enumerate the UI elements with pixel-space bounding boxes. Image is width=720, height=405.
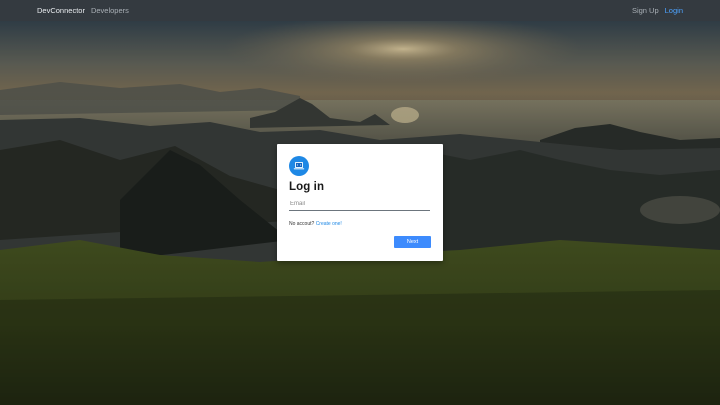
top-navbar: DevConnector Developers Sign Up Login <box>0 0 720 21</box>
developers-link[interactable]: Developers <box>91 6 129 15</box>
login-title: Log in <box>289 181 325 193</box>
email-input[interactable] <box>289 198 430 211</box>
login-link[interactable]: Login <box>665 6 683 15</box>
no-account-text: No accout? <box>289 221 315 227</box>
create-account-link[interactable]: Create one! <box>316 221 342 227</box>
no-account-row: No accout? Create one! <box>289 221 431 227</box>
login-card: Log in No accout? Create one! Next <box>277 144 443 261</box>
laptop-code-icon <box>289 156 309 176</box>
nav-right-group: Sign Up Login <box>632 6 683 15</box>
brand-link[interactable]: DevConnector <box>37 6 85 15</box>
signup-link[interactable]: Sign Up <box>632 6 659 15</box>
nav-left-group: DevConnector Developers <box>37 6 129 15</box>
next-button[interactable]: Next <box>394 236 431 248</box>
